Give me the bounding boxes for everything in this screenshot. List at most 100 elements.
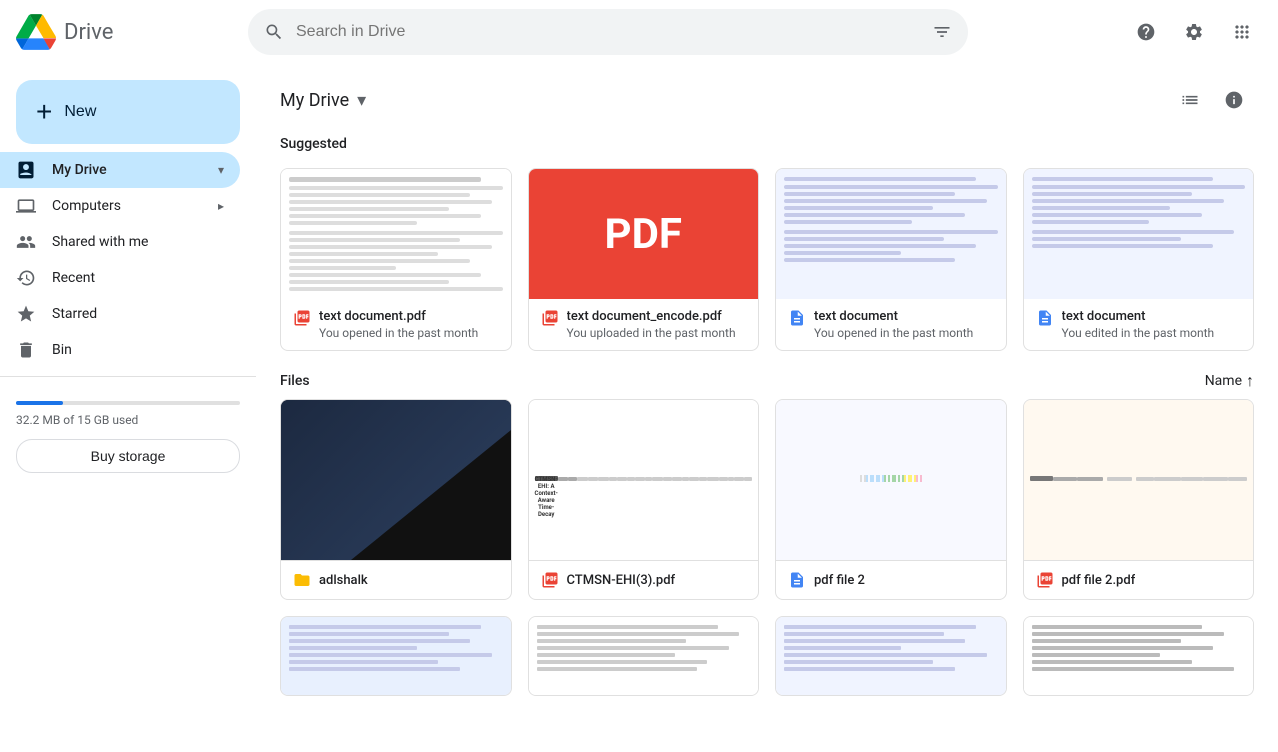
topbar-right (1126, 12, 1262, 52)
file-item-adlshalk[interactable]: adlshalk (280, 399, 512, 600)
sidebar-item-bin-label: Bin (52, 342, 72, 358)
pdf-icon-ctmsn (541, 571, 559, 589)
file-name-3: text document (1062, 309, 1215, 324)
help-button[interactable] (1126, 12, 1166, 52)
sidebar-item-my-drive-label: My Drive (52, 162, 107, 178)
main-layout: + New My Drive ▾ Computers ▸ (0, 64, 1278, 752)
pdf-icon-0 (293, 309, 311, 327)
file-thumb-info-pdf2: pdf file 2 (776, 560, 1006, 599)
sidebar-item-recent[interactable]: Recent (0, 260, 240, 296)
folder-icon (293, 571, 311, 589)
doc-icon-2 (788, 309, 806, 327)
file-name-1: text document_encode.pdf (567, 309, 736, 324)
shared-icon (16, 232, 36, 252)
file-preview-0 (281, 169, 511, 299)
suggested-grid: text document.pdf You opened in the past… (256, 160, 1278, 367)
new-plus-icon: + (36, 96, 52, 128)
file-item-ctmsn[interactable]: CTMSN-EHI: A Context-Aware Time-Decay (528, 399, 760, 600)
file-preview-1: PDF (529, 169, 759, 299)
suggested-file-card-2[interactable]: text document You opened in the past mon… (775, 168, 1007, 351)
file-name-2: text document (814, 309, 973, 324)
file-card-info-1: text document_encode.pdf You uploaded in… (529, 299, 759, 350)
file-item-bottom-3[interactable] (1023, 616, 1255, 696)
sort-label: Name (1205, 373, 1242, 389)
drive-logo-icon (16, 12, 56, 52)
drive-title: My Drive (280, 90, 349, 111)
computers-expand-icon: ▸ (218, 199, 224, 213)
file-meta-0: You opened in the past month (319, 326, 478, 340)
sidebar-item-shared-with-me[interactable]: Shared with me (0, 224, 240, 260)
file-item-pdf2[interactable]: pdf file 2 (775, 399, 1007, 600)
folder-name: adlshalk (319, 573, 368, 588)
storage-section: 32.2 MB of 15 GB used Buy storage (0, 385, 256, 489)
ctmsn-name: CTMSN-EHI(3).pdf (567, 573, 676, 588)
logo-area: Drive (16, 12, 236, 52)
file-meta-2: You opened in the past month (814, 326, 973, 340)
content-area: My Drive ▾ Suggested (256, 64, 1278, 752)
filter-icon[interactable] (932, 22, 952, 42)
pdf-icon-pdf2pdf (1036, 571, 1054, 589)
files-grid: adlshalk CTMSN-EHI: A Context-Aware Time… (256, 399, 1278, 616)
sidebar-item-computers[interactable]: Computers ▸ (0, 188, 240, 224)
file-preview-2 (776, 169, 1006, 299)
file-item-bottom-0[interactable] (280, 616, 512, 696)
sidebar-item-computers-label: Computers (52, 198, 121, 214)
storage-bar-fill (16, 401, 63, 405)
file-name-0: text document.pdf (319, 309, 478, 324)
suggested-section-title: Suggested (256, 128, 1278, 160)
sidebar-item-shared-label: Shared with me (52, 234, 148, 250)
drive-chevron-icon[interactable]: ▾ (357, 90, 366, 111)
search-input[interactable] (296, 23, 920, 41)
list-view-button[interactable] (1170, 80, 1210, 120)
file-item-bottom-2[interactable] (775, 616, 1007, 696)
pdf-icon-1 (541, 309, 559, 327)
file-meta-3: You edited in the past month (1062, 326, 1215, 340)
recent-icon (16, 268, 36, 288)
file-thumb-info-pdf2pdf: pdf file 2.pdf (1024, 560, 1254, 599)
suggested-file-card-3[interactable]: text document You edited in the past mon… (1023, 168, 1255, 351)
sort-arrow-icon: ↑ (1246, 371, 1254, 391)
file-info-text-1: text document_encode.pdf You uploaded in… (567, 309, 736, 340)
info-button[interactable] (1214, 80, 1254, 120)
drive-header: My Drive ▾ (256, 64, 1278, 128)
sidebar-item-my-drive[interactable]: My Drive ▾ (0, 152, 240, 188)
computers-icon (16, 196, 36, 216)
apps-button[interactable] (1222, 12, 1262, 52)
suggested-file-card-1[interactable]: PDF text document_encode.pdf You uploade… (528, 168, 760, 351)
new-label: New (64, 103, 96, 121)
files-section-header: Files Name ↑ (256, 367, 1278, 399)
folder-thumb (281, 400, 511, 560)
doc-thumb-pdf2 (776, 400, 1006, 560)
search-bar[interactable] (248, 9, 968, 55)
suggested-file-card-0[interactable]: text document.pdf You opened in the past… (280, 168, 512, 351)
sidebar-item-recent-label: Recent (52, 270, 95, 286)
starred-icon (16, 304, 36, 324)
sort-button[interactable]: Name ↑ (1205, 371, 1254, 391)
app-title: Drive (64, 20, 113, 45)
pdf-thumb-ctmsn: CTMSN-EHI: A Context-Aware Time-Decay (529, 400, 759, 560)
bottom-files-row (256, 616, 1278, 712)
sidebar-item-starred[interactable]: Starred (0, 296, 240, 332)
file-meta-1: You uploaded in the past month (567, 326, 736, 340)
sidebar-divider (0, 376, 256, 377)
buy-storage-button[interactable]: Buy storage (16, 439, 240, 473)
file-item-pdf2-pdf[interactable]: pdf file 2.pdf (1023, 399, 1255, 600)
pdf-thumb-pdf2 (1024, 400, 1254, 560)
sidebar: + New My Drive ▾ Computers ▸ (0, 64, 256, 752)
file-info-text-3: text document You edited in the past mon… (1062, 309, 1215, 340)
settings-button[interactable] (1174, 12, 1214, 52)
my-drive-icon (16, 160, 36, 180)
file-info-text-0: text document.pdf You opened in the past… (319, 309, 478, 340)
pdf2pdf-name: pdf file 2.pdf (1062, 573, 1136, 588)
file-card-info-2: text document You opened in the past mon… (776, 299, 1006, 350)
file-thumb-info-ctmsn: CTMSN-EHI(3).pdf (529, 560, 759, 599)
storage-bar-background (16, 401, 240, 405)
storage-text: 32.2 MB of 15 GB used (16, 413, 240, 427)
doc-icon-pdf2 (788, 571, 806, 589)
new-button[interactable]: + New (16, 80, 240, 144)
sidebar-item-bin[interactable]: Bin (0, 332, 240, 368)
file-item-bottom-1[interactable] (528, 616, 760, 696)
sidebar-item-starred-label: Starred (52, 306, 97, 322)
topbar: Drive (0, 0, 1278, 64)
file-card-info-3: text document You edited in the past mon… (1024, 299, 1254, 350)
